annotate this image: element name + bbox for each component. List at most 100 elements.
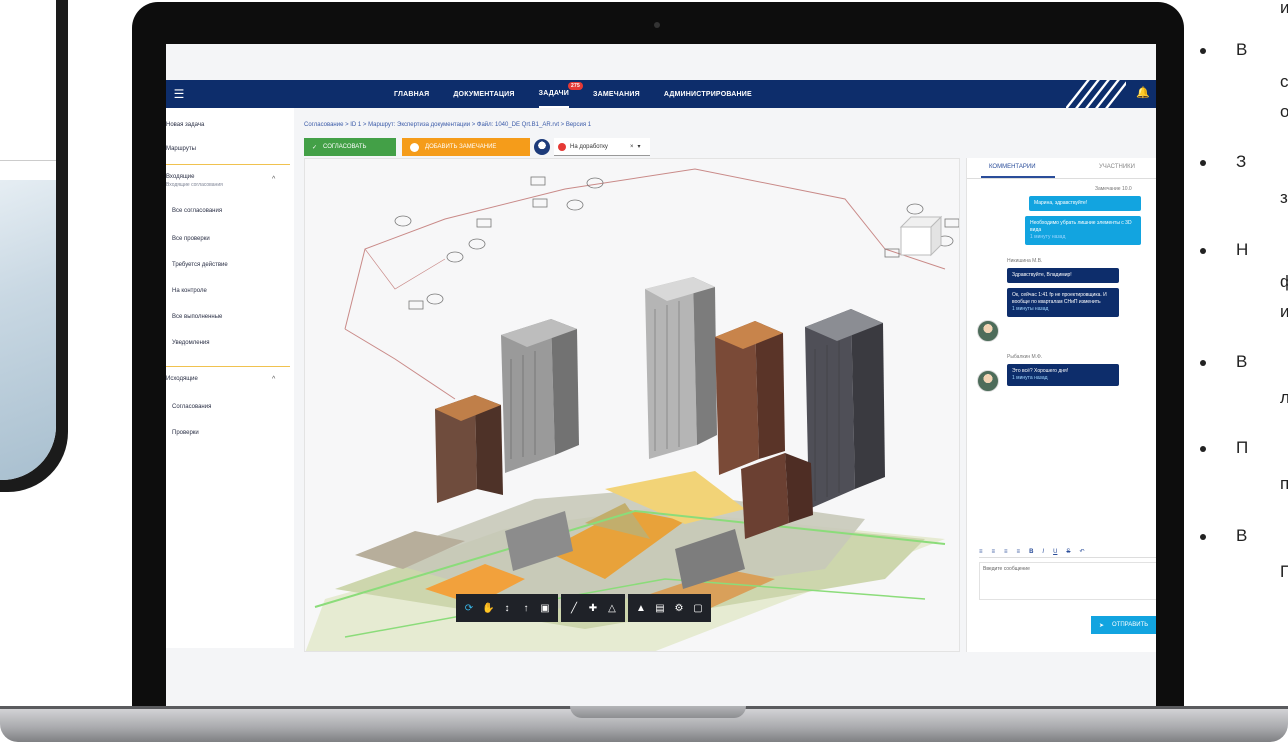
sidebar-item-out-checks[interactable]: Проверки	[172, 430, 199, 436]
avatar[interactable]	[534, 139, 550, 155]
sidebar: Новая задача Маршруты Входящие Входящие …	[166, 108, 294, 648]
tab-comments[interactable]: КОММЕНТАРИИ	[989, 164, 1036, 170]
message-time: 1 минута назад	[1012, 375, 1048, 381]
chevron-up-icon[interactable]: ^	[272, 376, 275, 383]
status-select-value: На доработку	[570, 143, 608, 150]
bullet-text: ф	[1280, 272, 1288, 291]
send-icon: ➤	[1099, 622, 1105, 629]
sidebar-item-all-approvals[interactable]: Все согласования	[172, 208, 222, 214]
align-left-icon[interactable]: ≡	[979, 549, 983, 555]
italic-icon[interactable]: I	[1042, 549, 1044, 555]
remark-icon	[410, 142, 419, 152]
underline-icon[interactable]: U	[1053, 549, 1057, 555]
tab-divider	[967, 178, 1156, 179]
building-model-render	[305, 168, 959, 651]
comments-panel: КОММЕНТАРИИ УЧАСТНИКИ Замечание 10.0 Мар…	[966, 158, 1156, 652]
bullet-text: п	[1280, 474, 1288, 493]
avatar[interactable]	[977, 320, 999, 342]
bullet-text: П	[1236, 438, 1249, 457]
chat-message: Здравствуйте, Владимир!	[1007, 268, 1119, 283]
message-text: Ок, сейчас 1:41 fp не проектировщика. И …	[1012, 292, 1107, 305]
breadcrumb[interactable]: Согласование > ID 1 > Маршрут: Экспертиз…	[304, 122, 591, 128]
fullscreen-icon[interactable]: ▢	[692, 603, 704, 614]
sidebar-item-action-required[interactable]: Требуется действие	[172, 262, 228, 268]
bullet-text: П	[1280, 562, 1288, 581]
message-text: Здравствуйте, Владимир!	[1012, 272, 1072, 278]
sidebar-item-new-task[interactable]: Новая задача	[166, 122, 204, 128]
orbit-icon[interactable]: ⟳	[463, 603, 475, 614]
sidebar-section-incoming-sub: Входящие согласования	[166, 182, 223, 188]
bullet-dot	[1200, 159, 1206, 166]
sidebar-divider	[166, 366, 290, 367]
close-icon[interactable]: ×	[630, 144, 634, 150]
message-text: Марина, здравствуйте!	[1034, 200, 1088, 206]
nav-tasks[interactable]: ЗАДАЧИ 275	[538, 80, 583, 108]
sidebar-item-on-control[interactable]: На контроле	[172, 288, 207, 294]
add-remark-button[interactable]: ДОБАВИТЬ ЗАМЕЧАНИЕ	[402, 138, 530, 156]
measure-icon[interactable]: ╱	[568, 603, 580, 614]
properties-icon[interactable]: ▤	[654, 603, 666, 614]
send-button-label: ОТПРАВИТЬ	[1112, 622, 1149, 628]
list-item: Н	[1200, 240, 1248, 260]
list-item: З	[1200, 152, 1246, 172]
laptop-notch	[570, 706, 746, 718]
approve-button-label: СОГЛАСОВАТЬ	[323, 144, 367, 150]
bullet-text: В	[1236, 40, 1248, 59]
nav-remarks[interactable]: ЗАМЕЧАНИЯ	[593, 80, 640, 108]
sidebar-item-all-completed[interactable]: Все выполненные	[172, 314, 222, 320]
align-justify-icon[interactable]: ≡	[1017, 549, 1021, 555]
sidebar-item-out-approvals[interactable]: Согласования	[172, 404, 211, 410]
tablet-screen	[0, 0, 56, 480]
feature-bullet-list: и В с о З з Н ф и В л П п В П	[1200, 0, 1288, 706]
toolbar-group-navigation: ⟳ ✋ ↕ ↑ ▣	[456, 594, 558, 622]
nav-administration[interactable]: АДМИНИСТРИРОВАНИЕ	[664, 80, 752, 108]
brand-stripes-logo	[1066, 80, 1126, 108]
message-time: 1 минуты назад	[1012, 306, 1049, 312]
bullet-dot	[1200, 247, 1206, 254]
sidebar-section-outgoing[interactable]: Исходящие	[166, 376, 198, 382]
align-center-icon[interactable]: ≡	[992, 549, 996, 555]
walk-icon[interactable]: ↑	[520, 603, 532, 614]
chevron-up-icon[interactable]: ^	[272, 176, 275, 183]
section-icon[interactable]: ✚	[587, 603, 599, 614]
chevron-down-icon[interactable]: ▾	[637, 143, 640, 150]
undo-icon[interactable]: ↶	[1079, 548, 1084, 555]
chat-message: Необходимо убрать лишние элементы с 3D в…	[1025, 216, 1141, 245]
camera-icon[interactable]: ▣	[539, 603, 551, 614]
model-tree-icon[interactable]: ▲	[635, 603, 647, 614]
bullet-text: и	[1280, 302, 1288, 321]
chat-message: Марина, здравствуйте!	[1029, 196, 1141, 211]
nav-home[interactable]: ГЛАВНАЯ	[394, 80, 429, 108]
sidebar-section-incoming[interactable]: Входящие	[166, 174, 194, 180]
tab-participants[interactable]: УЧАСТНИКИ	[1099, 164, 1135, 170]
message-input[interactable]: Введите сообщение	[979, 562, 1156, 600]
bullet-text: о	[1280, 102, 1288, 121]
send-button[interactable]: ➤ ОТПРАВИТЬ	[1091, 616, 1156, 634]
model-viewer[interactable]	[304, 158, 960, 652]
hamburger-menu-icon[interactable]: ☰	[166, 80, 192, 108]
main-nav: ГЛАВНАЯ ДОКУМЕНТАЦИЯ ЗАДАЧИ 275 ЗАМЕЧАНИ…	[394, 80, 752, 108]
message-author: Рыбалкин М.Ф.	[1007, 354, 1043, 360]
nav-documentation[interactable]: ДОКУМЕНТАЦИЯ	[453, 80, 514, 108]
message-text: Необходимо убрать лишние элементы с 3D в…	[1030, 220, 1132, 233]
pan-hand-icon[interactable]: ✋	[482, 603, 494, 614]
laptop-screen: ☰ ГЛАВНАЯ ДОКУМЕНТАЦИЯ ЗАДАЧИ 275 ЗАМЕЧА…	[166, 44, 1156, 706]
zoom-icon[interactable]: ↕	[501, 603, 513, 614]
align-right-icon[interactable]: ≡	[1004, 549, 1008, 555]
tablet-image	[0, 180, 56, 480]
toolbar-group-tools: ╱ ✚ △	[561, 594, 625, 622]
bold-icon[interactable]: B	[1029, 549, 1033, 555]
top-navbar: ☰ ГЛАВНАЯ ДОКУМЕНТАЦИЯ ЗАДАЧИ 275 ЗАМЕЧА…	[166, 80, 1156, 108]
status-select[interactable]: На доработку × ▾	[554, 138, 650, 156]
strike-icon[interactable]: S	[1066, 549, 1070, 555]
explode-icon[interactable]: △	[606, 603, 618, 614]
gear-icon[interactable]: ⚙	[673, 603, 685, 614]
chat-message: Это всё? Хорошего дня! 1 минута назад	[1007, 364, 1119, 386]
chat-message: Ок, сейчас 1:41 fp не проектировщика. И …	[1007, 288, 1119, 317]
avatar[interactable]	[977, 370, 999, 392]
sidebar-item-routes[interactable]: Маршруты	[166, 146, 196, 152]
sidebar-item-notifications[interactable]: Уведомления	[172, 340, 210, 346]
bell-icon[interactable]: 🔔	[1136, 86, 1150, 99]
approve-button[interactable]: ✓ СОГЛАСОВАТЬ	[304, 138, 396, 156]
sidebar-item-all-checks[interactable]: Все проверки	[172, 236, 210, 242]
